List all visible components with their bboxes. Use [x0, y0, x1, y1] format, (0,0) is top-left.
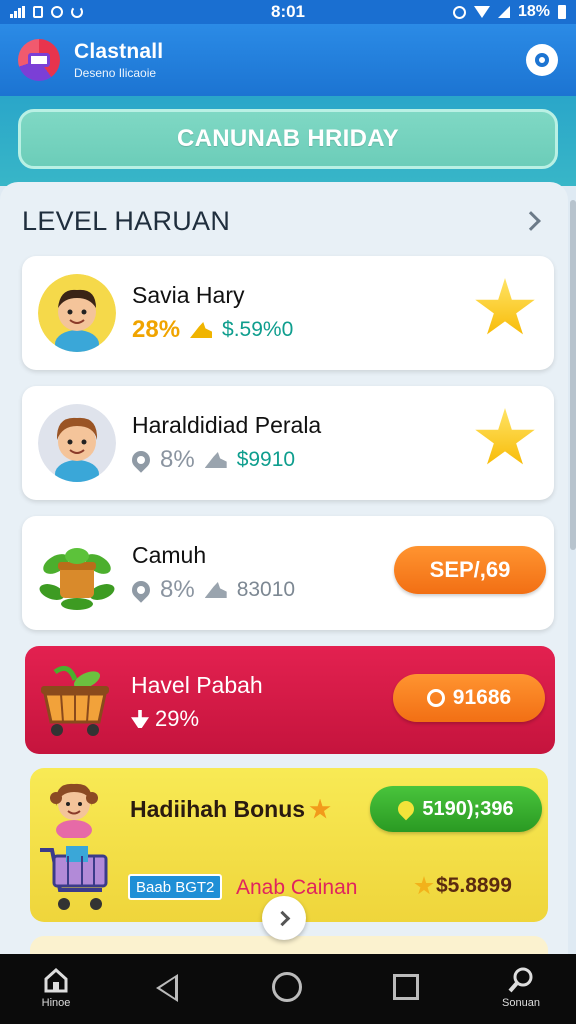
next-arrow-button[interactable]	[262, 896, 306, 940]
location-pin-icon	[128, 447, 154, 473]
nav-search-label: Sonuan	[502, 997, 540, 1009]
level-card[interactable]: Haraldidiad Perala 8% $9910	[22, 386, 554, 500]
card-action-button[interactable]: SEP/,69	[394, 546, 546, 594]
card-stats: 8% 83010	[128, 576, 296, 604]
status-bar: 8:01 18%	[0, 0, 576, 24]
notification-icon	[33, 6, 43, 18]
bonus-subtitle: Anab Cainan	[236, 876, 358, 899]
shopping-basket-icon	[35, 662, 119, 740]
plant-pot-icon	[38, 534, 116, 612]
hand-icon	[131, 710, 149, 728]
star-icon[interactable]	[475, 408, 535, 465]
card-title: Camuh	[132, 542, 207, 568]
promo-button-label: 91686	[452, 686, 512, 709]
sync-icon	[71, 6, 83, 18]
nav-home[interactable]: Hinoe	[34, 966, 78, 1009]
card-stats: 28% $.59%0	[132, 316, 293, 344]
wifi-icon	[473, 6, 490, 18]
card-title: Savia Hary	[132, 282, 245, 308]
card-percent: 28%	[132, 316, 181, 343]
status-right-icons: 18%	[452, 3, 566, 21]
location-pin-icon	[128, 577, 154, 603]
promo-percent: 29%	[155, 706, 200, 731]
section-title: LEVEL HARUAN	[22, 205, 231, 236]
section-header[interactable]: LEVEL HARUAN	[22, 204, 544, 238]
sim-icon	[51, 6, 63, 18]
gesture-icon	[204, 452, 227, 468]
card-amount: 83010	[236, 578, 296, 601]
card-amount: $.59%0	[222, 318, 294, 341]
level-card[interactable]: Camuh 8% 83010 SEP/,69	[22, 516, 554, 630]
promo-stats: 29%	[131, 706, 199, 732]
shopping-cart-icon	[38, 842, 112, 914]
search-icon	[508, 967, 533, 993]
star-icon	[414, 876, 434, 895]
daily-banner-button[interactable]: CANUNAB HRIDAY	[18, 109, 558, 169]
profile-icon[interactable]	[526, 44, 558, 76]
cell-icon	[497, 6, 510, 18]
banner-area: CANUNAB HRIDAY	[0, 96, 576, 186]
nav-search[interactable]: Sonuan	[496, 966, 546, 1009]
bottom-nav-bar: Hinoe Sonuan	[0, 954, 576, 1024]
bonus-button-label: 5190);396	[422, 797, 514, 820]
card-percent: 8%	[160, 446, 195, 473]
battery-text: 18%	[517, 3, 550, 20]
app-bar: Clastnall Deseno Ilicaoie	[0, 24, 576, 96]
bonus-action-button[interactable]: 5190);396	[370, 786, 542, 832]
alarm-icon	[452, 5, 466, 19]
promo-action-button[interactable]: 91686	[393, 674, 545, 722]
app-title: Clastnall	[74, 40, 164, 63]
card-amount: $9910	[236, 448, 296, 471]
nav-home-label: Hinoe	[41, 997, 71, 1009]
card-stats: 8% $9910	[128, 446, 296, 474]
recent-apps-icon[interactable]	[393, 974, 419, 1000]
battery-icon	[558, 5, 566, 19]
scrollbar[interactable]	[570, 200, 576, 550]
gesture-icon	[204, 582, 227, 598]
status-left-icons	[10, 6, 83, 18]
bonus-amount-row: $5.8899	[414, 874, 512, 898]
avatar	[38, 274, 116, 352]
bonus-title-row: Hadiihah Bonus	[130, 796, 331, 823]
bonus-amount: $5.8899	[436, 874, 512, 897]
app-logo-icon	[18, 39, 60, 81]
signal-icon	[10, 6, 25, 18]
clock-icon	[426, 689, 445, 707]
location-pin-icon	[395, 797, 418, 821]
back-icon[interactable]	[156, 974, 178, 1002]
card-title: Haraldidiad Perala	[132, 412, 322, 438]
gesture-icon	[190, 322, 213, 338]
chevron-right-icon[interactable]	[521, 211, 541, 231]
promo-title: Havel Pabah	[131, 672, 263, 698]
status-time: 8:01	[270, 2, 306, 21]
level-card[interactable]: Savia Hary 28% $.59%0	[22, 256, 554, 370]
bonus-title: Hadiihah Bonus	[130, 796, 306, 822]
home-icon	[44, 967, 68, 993]
card-percent: 8%	[160, 576, 195, 603]
star-icon[interactable]	[475, 278, 535, 335]
promo-card[interactable]: Havel Pabah 29% 91686	[25, 646, 555, 754]
avatar	[38, 404, 116, 482]
star-icon	[309, 798, 331, 819]
chevron-right-icon	[274, 910, 290, 926]
app-subtitle: Deseno Ilicaoie	[74, 66, 157, 80]
brand: Clastnall Deseno Ilicaoie	[74, 40, 163, 80]
home-circle-icon[interactable]	[272, 972, 302, 1002]
bonus-tag: Baab BGT2	[128, 874, 223, 900]
avatar	[46, 776, 102, 840]
